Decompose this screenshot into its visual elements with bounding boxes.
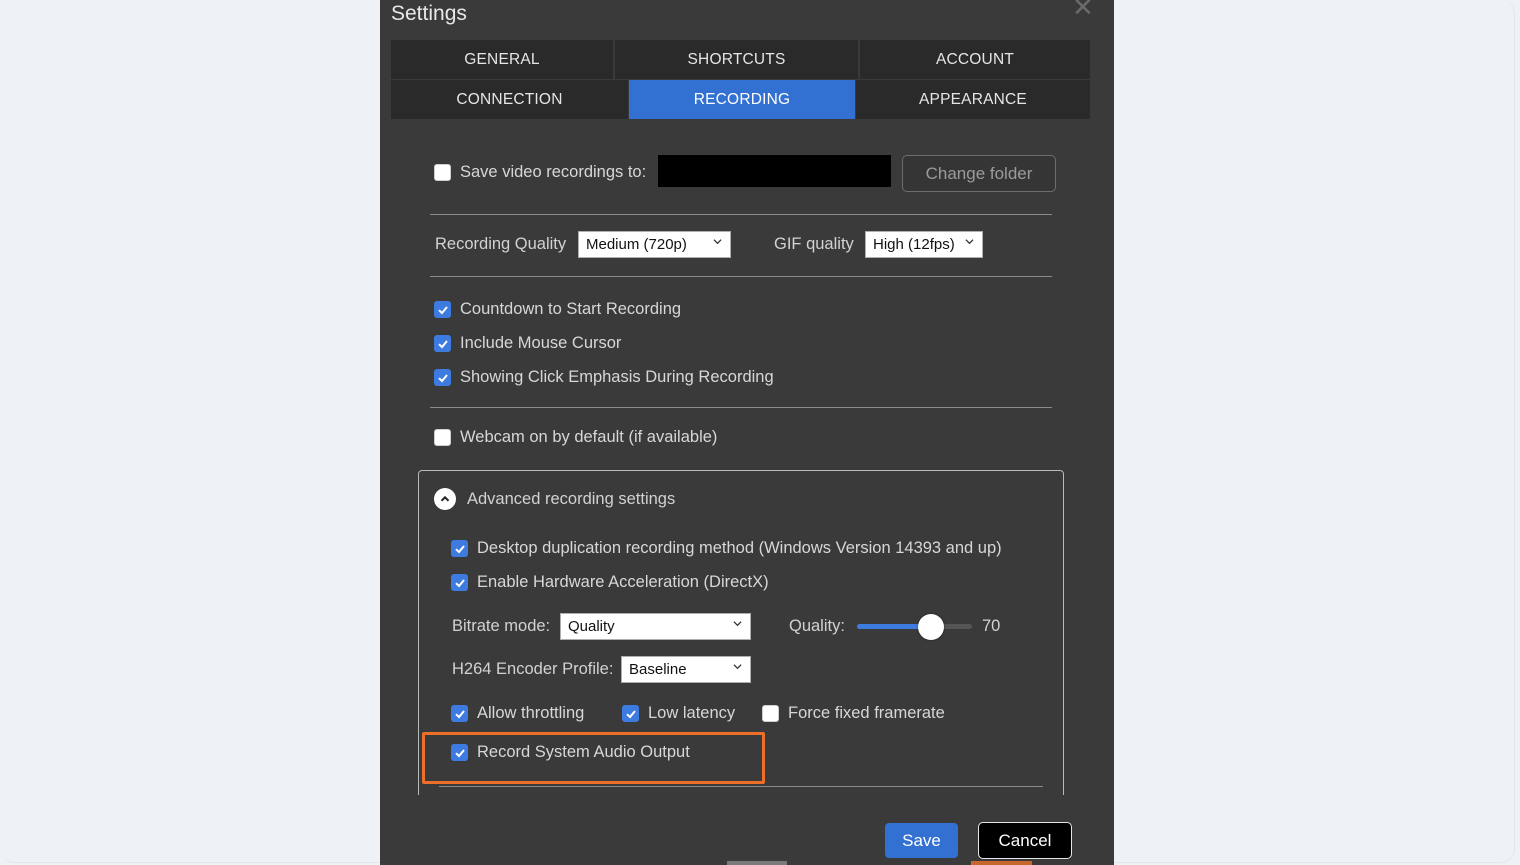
click-emphasis-checkbox[interactable] [434,369,451,386]
check-icon [454,578,465,587]
quality-value: 70 [982,617,1001,635]
click-emphasis-row[interactable]: Showing Click Emphasis During Recording [434,368,774,387]
chevron-down-icon [733,664,742,670]
countdown-checkbox[interactable] [434,301,451,318]
low-latency-checkbox[interactable] [622,705,639,722]
countdown-row[interactable]: Countdown to Start Recording [434,300,681,319]
save-recordings-label: Save video recordings to: [460,163,647,181]
bitrate-mode-label: Bitrate mode: [452,617,551,635]
tab-bar: GENERAL SHORTCUTS ACCOUNT CONNECTION REC… [391,40,1090,119]
gif-quality-value: High (12fps) [873,236,955,253]
tab-account[interactable]: ACCOUNT [860,40,1090,79]
settings-dialog: Settings ✕ GENERAL SHORTCUTS ACCOUNT CON… [380,0,1114,865]
dialog-title: Settings [391,2,467,25]
low-latency-label: Low latency [648,704,736,722]
scrollbar[interactable] [727,861,787,865]
hw-accel-row[interactable]: Enable Hardware Acceleration (DirectX) [451,573,769,592]
check-icon [454,709,465,718]
hw-accel-checkbox[interactable] [451,574,468,591]
check-icon [437,339,448,348]
webcam-row[interactable]: Webcam on by default (if available) [434,428,717,447]
gif-quality-select[interactable]: High (12fps) [865,231,983,258]
countdown-label: Countdown to Start Recording [460,300,682,318]
low-latency-row[interactable]: Low latency [622,704,735,723]
recording-quality-value: Medium (720p) [586,236,687,253]
tab-shortcuts[interactable]: SHORTCUTS [615,40,858,79]
encoder-profile-label: H264 Encoder Profile: [452,660,614,678]
hw-accel-label: Enable Hardware Acceleration (DirectX) [477,573,769,591]
divider [430,407,1052,408]
tab-recording[interactable]: RECORDING [629,80,855,119]
quality-slider[interactable] [857,614,972,640]
divider [439,786,1043,787]
mouse-cursor-label: Include Mouse Cursor [460,334,622,352]
save-recordings-row: Save video recordings to: [434,163,646,182]
allow-throttling-checkbox[interactable] [451,705,468,722]
fixed-framerate-row[interactable]: Force fixed framerate [762,704,945,723]
quality-label: Quality: [789,617,845,635]
fixed-framerate-label: Force fixed framerate [788,704,945,722]
chevron-down-icon [733,621,742,627]
chevron-down-icon [713,239,722,245]
tab-general[interactable]: GENERAL [391,40,613,79]
check-icon [437,373,448,382]
desktop-duplication-checkbox[interactable] [451,540,468,557]
encoder-profile-select[interactable]: Baseline [621,656,751,683]
chevron-up-icon[interactable] [434,488,456,510]
bitrate-mode-value: Quality [568,618,615,635]
allow-throttling-row[interactable]: Allow throttling [451,704,584,723]
slider-thumb[interactable] [917,614,944,640]
check-icon [437,305,448,314]
bitrate-mode-select[interactable]: Quality [560,613,751,640]
fixed-framerate-checkbox[interactable] [762,705,779,722]
check-icon [625,709,636,718]
tab-connection[interactable]: CONNECTION [391,80,628,119]
advanced-settings-title[interactable]: Advanced recording settings [467,490,675,509]
save-recordings-checkbox[interactable] [434,164,451,181]
mouse-cursor-row[interactable]: Include Mouse Cursor [434,334,621,353]
allow-throttling-label: Allow throttling [477,704,585,722]
divider [430,276,1052,277]
check-icon [454,544,465,553]
save-path-field [658,155,891,187]
tab-appearance[interactable]: APPEARANCE [856,80,1090,119]
chevron-down-icon [965,239,974,245]
encoder-profile-value: Baseline [629,661,687,678]
mouse-cursor-checkbox[interactable] [434,335,451,352]
change-folder-button[interactable]: Change folder [902,155,1056,192]
webcam-label: Webcam on by default (if available) [460,428,718,446]
desktop-duplication-row[interactable]: Desktop duplication recording method (Wi… [451,539,1002,558]
recording-quality-select[interactable]: Medium (720p) [578,231,731,258]
webcam-checkbox[interactable] [434,429,451,446]
gif-quality-label: GIF quality [774,235,854,253]
highlight-box [422,732,765,784]
click-emphasis-label: Showing Click Emphasis During Recording [460,368,774,386]
save-button[interactable]: Save [885,823,958,858]
accent-strip [971,861,1032,865]
divider [430,214,1052,215]
recording-quality-label: Recording Quality [435,235,567,253]
cancel-button[interactable]: Cancel [978,822,1072,859]
desktop-duplication-label: Desktop duplication recording method (Wi… [477,539,1002,557]
close-icon[interactable]: ✕ [1072,0,1094,23]
